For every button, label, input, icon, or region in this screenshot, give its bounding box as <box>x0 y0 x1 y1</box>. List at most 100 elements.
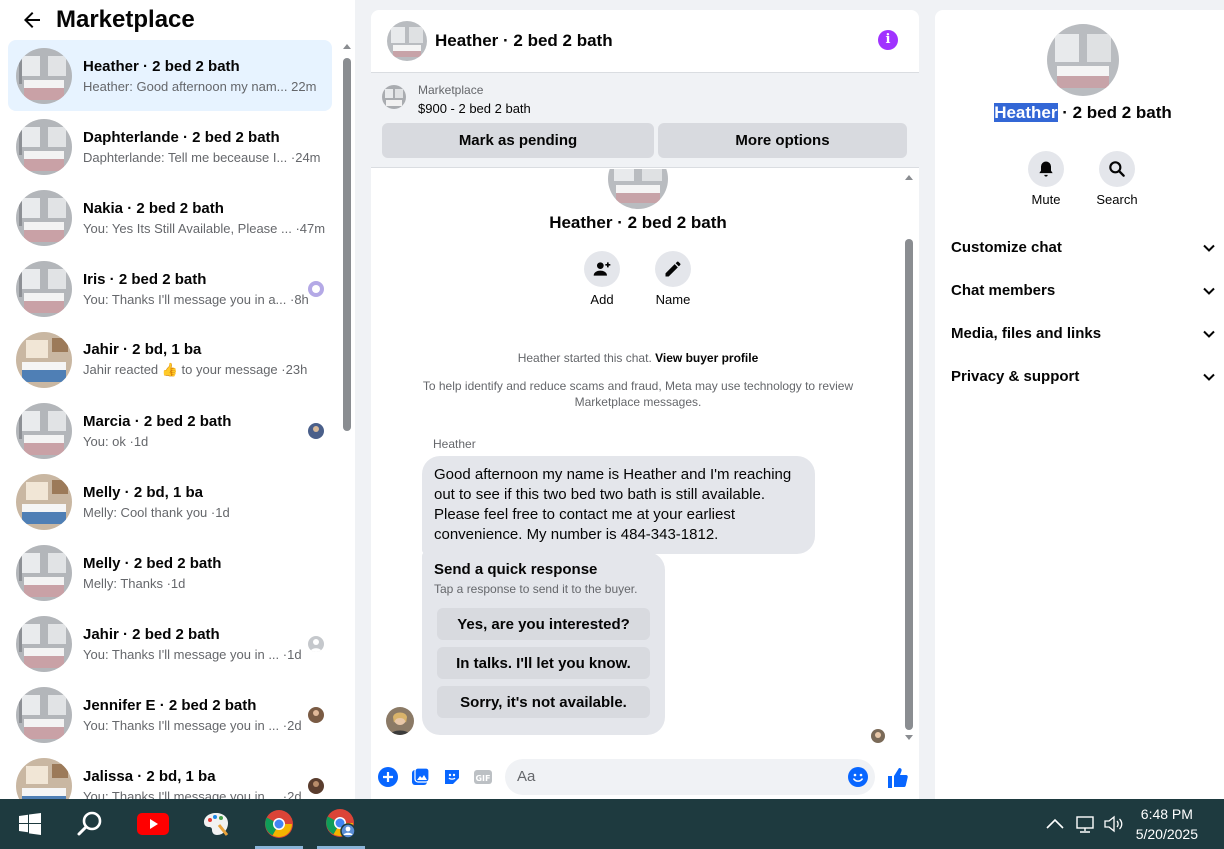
scroll-down-arrow-icon[interactable] <box>905 735 913 740</box>
section-label: Customize chat <box>951 239 1062 256</box>
add-person-button[interactable] <box>584 251 620 287</box>
message-line: convenience. My number is 484-343-1812. <box>434 526 719 543</box>
chrome-icon <box>265 810 293 838</box>
edit-name-button[interactable] <box>655 251 691 287</box>
conversation-item[interactable]: Jalissa · 2 bd, 1 ba You: Thanks I'll mes… <box>8 750 332 799</box>
chevron-down-icon <box>1203 287 1215 295</box>
chrome-app[interactable] <box>253 799 305 849</box>
conversation-item[interactable]: Nakia · 2 bed 2 bath You: Yes Its Still A… <box>8 182 332 253</box>
details-avatar[interactable] <box>1047 24 1119 96</box>
conversation-snippet: Heather: Good afternoon my nam... 22m <box>83 78 317 94</box>
conversation-item[interactable]: Melly · 2 bd, 1 ba Melly: Cool thank you … <box>8 466 332 537</box>
gif-icon[interactable]: GIF <box>473 767 493 787</box>
sidebar-scrollbar[interactable] <box>342 40 352 799</box>
conversation-item[interactable]: Melly · 2 bed 2 bath Melly: Thanks ·1d <box>8 537 332 608</box>
chrome-profile-app[interactable] <box>315 799 367 849</box>
taskbar-search-button[interactable] <box>64 799 116 849</box>
conversation-text: Marcia · 2 bed 2 bath You: ok ·1d <box>83 413 313 449</box>
conversation-item[interactable]: Jahir · 2 bd, 1 ba Jahir reacted 👍 to you… <box>8 324 332 395</box>
listing-thumbnail <box>16 189 72 246</box>
chat-started-notice: Heather started this chat. View buyer pr… <box>371 351 905 365</box>
conversation-item[interactable]: Heather · 2 bed 2 bath Heather: Good afte… <box>8 40 332 111</box>
conversation-snippet: You: Thanks I'll message you in ... ·2d <box>83 788 302 800</box>
chat-details-panel: Heather · 2 bed 2 bath Mute Search Custo… <box>935 10 1224 799</box>
conversation-item[interactable]: Jahir · 2 bed 2 bath You: Thanks I'll mes… <box>8 608 332 679</box>
scam-notice-line-2: Marketplace messages. <box>574 395 702 409</box>
name-label: Name <box>655 292 691 307</box>
conversation-name: Iris · 2 bed 2 bath <box>83 270 207 288</box>
conversation-list: Heather · 2 bed 2 bath Heather: Good afte… <box>8 40 332 799</box>
mute-button[interactable] <box>1028 151 1064 187</box>
listing-thumbnail[interactable] <box>382 85 406 109</box>
back-arrow-icon[interactable] <box>20 8 44 32</box>
quick-response-subtitle: Tap a response to send it to the buyer. <box>434 582 638 596</box>
system-clock[interactable]: 6:48 PM 5/20/2025 <box>1136 804 1198 844</box>
thumbs-up-icon[interactable] <box>886 767 908 789</box>
selected-name-text[interactable]: Heather <box>994 103 1058 122</box>
conversation-sidebar: Marketplace Heather · 2 bed 2 bath Heathe… <box>0 0 355 799</box>
quick-reply-button[interactable]: Sorry, it's not available. <box>437 686 650 718</box>
listing-avatar[interactable] <box>608 169 668 209</box>
message-bubble[interactable]: Good afternoon my name is Heather and I'… <box>422 456 815 554</box>
volume-icon[interactable] <box>1102 813 1124 835</box>
listing-thumbnail <box>16 260 72 317</box>
quick-reply-button[interactable]: Yes, are you interested? <box>437 608 650 640</box>
read-receipt-avatar <box>308 777 324 794</box>
media-files-links-row[interactable]: Media, files and links <box>951 312 1216 355</box>
start-button[interactable] <box>4 799 56 849</box>
chat-members-row[interactable]: Chat members <box>951 269 1216 312</box>
conversation-text: Melly · 2 bed 2 bath Melly: Thanks ·1d <box>83 555 313 591</box>
chat-header: Heather · 2 bed 2 bath i <box>371 10 919 73</box>
clock-date: 5/20/2025 <box>1135 826 1198 842</box>
photo-icon[interactable] <box>410 767 430 787</box>
scrollbar-thumb[interactable] <box>343 58 351 431</box>
conversation-text: Jahir · 2 bd, 1 ba Jahir reacted 👍 to you… <box>83 341 313 378</box>
conversation-item[interactable]: Jennifer E · 2 bed 2 bath You: Thanks I'l… <box>8 679 332 750</box>
emoji-icon[interactable] <box>848 767 868 787</box>
message-thread: Heather · 2 bed 2 bath Add Name Heather … <box>371 169 919 747</box>
conversation-item[interactable]: Iris · 2 bed 2 bath You: Thanks I'll mess… <box>8 253 332 324</box>
started-text: Heather started this chat. <box>517 351 652 365</box>
quick-reply-button[interactable]: In talks. I'll let you know. <box>437 647 650 679</box>
conversation-name: Jahir · 2 bed 2 bath <box>83 625 220 643</box>
scrollbar-thumb[interactable] <box>905 239 913 730</box>
paint-app[interactable] <box>190 799 242 849</box>
windows-logo-icon <box>19 813 41 835</box>
view-buyer-profile-link[interactable]: View buyer profile <box>655 351 758 365</box>
search-button[interactable] <box>1099 151 1135 187</box>
conversation-item[interactable]: Marcia · 2 bed 2 bath You: ok ·1d <box>8 395 332 466</box>
chat-scrollbar[interactable] <box>903 169 915 747</box>
section-label: Chat members <box>951 282 1056 299</box>
customize-chat-row[interactable]: Customize chat <box>951 226 1216 269</box>
chevron-up-icon[interactable] <box>1044 813 1066 835</box>
privacy-support-row[interactable]: Privacy & support <box>951 355 1216 398</box>
chat-title[interactable]: Heather · 2 bed 2 bath <box>435 31 613 51</box>
read-receipt-avatar <box>308 280 324 297</box>
plus-circle-icon[interactable] <box>378 767 398 787</box>
chat-panel: Heather · 2 bed 2 bath i Marketplace $90… <box>371 10 919 799</box>
listing-thumbnail <box>16 331 72 388</box>
windows-taskbar: 6:48 PM 5/20/2025 <box>0 799 1224 849</box>
more-options-button[interactable]: More options <box>658 123 907 158</box>
mark-pending-button[interactable]: Mark as pending <box>382 123 654 158</box>
listing-thumbnail <box>16 402 72 459</box>
listing-price[interactable]: $900 - 2 bed 2 bath <box>418 101 531 116</box>
scroll-up-arrow-icon[interactable] <box>905 175 913 180</box>
scroll-up-arrow-icon[interactable] <box>343 44 351 49</box>
conversation-item[interactable]: Daphterlande · 2 bed 2 bath Daphterlande:… <box>8 111 332 182</box>
chat-avatar[interactable] <box>387 21 427 61</box>
sticker-icon[interactable] <box>442 767 462 787</box>
thread-title: Heather · 2 bed 2 bath <box>549 213 727 232</box>
conversation-snippet: You: Thanks I'll message you in ... ·1d <box>83 646 302 662</box>
youtube-app[interactable] <box>127 799 179 849</box>
conversation-text: Jalissa · 2 bd, 1 ba You: Thanks I'll mes… <box>83 768 313 800</box>
network-icon[interactable] <box>1074 813 1096 835</box>
message-input[interactable]: Aa <box>505 759 875 795</box>
marketplace-listing-bar: Marketplace $900 - 2 bed 2 bath Mark as … <box>371 73 919 168</box>
conversation-snippet: Melly: Thanks ·1d <box>83 575 186 591</box>
conversation-snippet: Melly: Cool thank you ·1d <box>83 504 230 520</box>
info-icon[interactable]: i <box>878 30 898 50</box>
sender-avatar[interactable] <box>386 707 414 735</box>
conversation-text: Heather · 2 bed 2 bath Heather: Good afte… <box>83 58 317 94</box>
search-icon <box>1109 161 1125 177</box>
